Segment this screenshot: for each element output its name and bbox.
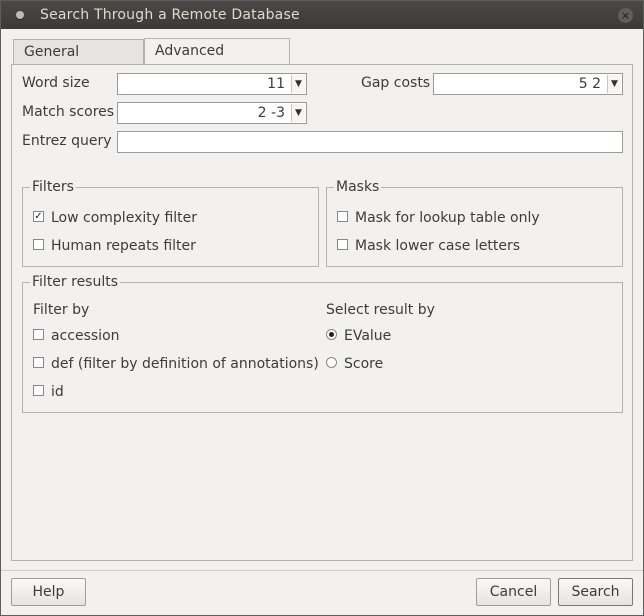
window-menu-icon[interactable] <box>16 11 24 19</box>
button-bar-separator <box>1 570 643 571</box>
match-scores-select[interactable]: 2 -3 ▼ <box>117 102 307 124</box>
tab-general-options[interactable]: General options <box>13 39 144 84</box>
chevron-down-icon: ▼ <box>291 75 305 93</box>
evalue-label[interactable]: EValue <box>344 328 391 344</box>
search-button[interactable]: Search <box>558 578 633 606</box>
mask-lower-case-checkbox[interactable] <box>337 239 348 250</box>
human-repeats-label[interactable]: Human repeats filter <box>51 238 196 254</box>
entrez-query-label: Entrez query <box>22 133 112 149</box>
radio-selected-dot <box>329 332 334 337</box>
filter-by-heading: Filter by <box>33 302 90 318</box>
window-title: Search Through a Remote Database <box>40 7 300 23</box>
match-scores-label: Match scores <box>22 104 115 120</box>
mask-lookup-checkbox[interactable] <box>337 211 348 222</box>
dialog-window: Search Through a Remote Database × Gener… <box>0 0 644 616</box>
gap-costs-select[interactable]: 5 2 ▼ <box>433 73 623 95</box>
masks-group <box>326 187 623 267</box>
masks-group-title: Masks <box>334 179 382 195</box>
tab-advanced-options[interactable]: Advanced options <box>144 38 290 83</box>
filters-group <box>22 187 319 267</box>
gap-costs-label: Gap costs <box>361 75 431 91</box>
score-radio[interactable] <box>326 357 337 368</box>
title-bar[interactable]: Search Through a Remote Database × <box>1 1 643 29</box>
filter-results-group-title: Filter results <box>30 274 121 290</box>
word-size-value: 11 <box>267 76 285 92</box>
score-label[interactable]: Score <box>344 356 383 372</box>
filter-results-group <box>22 282 623 413</box>
word-size-select[interactable]: 11 ▼ <box>117 73 307 95</box>
mask-lower-case-label[interactable]: Mask lower case letters <box>355 238 520 254</box>
accession-checkbox[interactable] <box>33 329 44 340</box>
low-complexity-label[interactable]: Low complexity filter <box>51 210 197 226</box>
entrez-query-input[interactable] <box>117 131 623 153</box>
chevron-down-icon: ▼ <box>291 104 305 122</box>
cancel-button[interactable]: Cancel <box>476 578 551 606</box>
word-size-label: Word size <box>22 75 90 91</box>
match-scores-value: 2 -3 <box>257 105 285 121</box>
evalue-radio[interactable] <box>326 329 337 340</box>
mask-lookup-label[interactable]: Mask for lookup table only <box>355 210 540 226</box>
def-label[interactable]: def (filter by definition of annotations… <box>51 356 319 372</box>
def-checkbox[interactable] <box>33 357 44 368</box>
select-result-by-heading: Select result by <box>326 302 435 318</box>
low-complexity-checkbox[interactable]: ✓ <box>33 211 44 222</box>
filters-group-title: Filters <box>30 179 76 195</box>
close-icon[interactable]: × <box>618 8 633 23</box>
id-checkbox[interactable] <box>33 385 44 396</box>
chevron-down-icon: ▼ <box>607 75 621 93</box>
human-repeats-checkbox[interactable] <box>33 239 44 250</box>
gap-costs-value: 5 2 <box>578 76 601 92</box>
help-button[interactable]: Help <box>11 578 86 606</box>
accession-label[interactable]: accession <box>51 328 120 344</box>
id-label[interactable]: id <box>51 384 64 400</box>
